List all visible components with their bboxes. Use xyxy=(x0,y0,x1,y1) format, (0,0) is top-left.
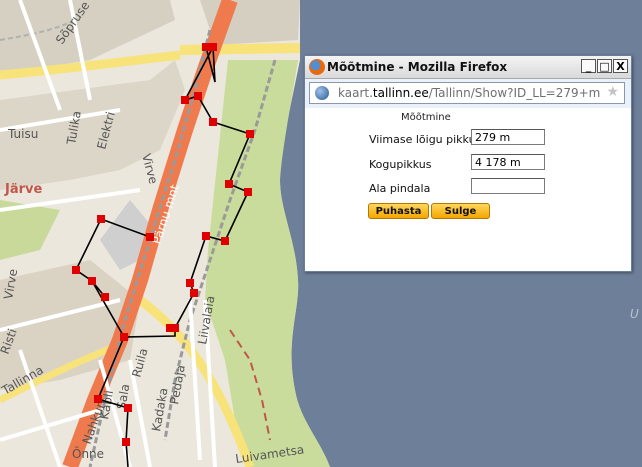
measure-point[interactable] xyxy=(209,118,217,126)
measure-point[interactable] xyxy=(181,96,189,104)
maximize-button[interactable]: □ xyxy=(597,59,612,73)
measure-point[interactable] xyxy=(124,404,132,412)
measure-point[interactable] xyxy=(225,180,233,188)
measure-point[interactable] xyxy=(202,43,210,51)
measure-point[interactable] xyxy=(94,395,102,403)
measure-point[interactable] xyxy=(88,277,96,285)
total-length-label: Kogupikkus xyxy=(369,158,432,171)
url-bar[interactable]: kaart.tallinn.ee/Tallinn/Show?ID_LL=279+… xyxy=(309,82,625,104)
url-suffix: /Tallinn/Show?ID_LL=279+m&ID_PL= xyxy=(428,86,600,100)
water-label-fragment: U xyxy=(630,307,639,321)
measure-point[interactable] xyxy=(209,43,217,51)
section-title: Mõõtmine xyxy=(401,112,451,123)
last-segment-field[interactable] xyxy=(471,129,545,145)
minimize-button[interactable]: _ xyxy=(581,59,596,73)
measure-point[interactable] xyxy=(146,233,154,241)
firefox-icon xyxy=(309,59,325,75)
window-title: Mõõtmine - Mozilla Firefox xyxy=(327,60,508,74)
measure-point[interactable] xyxy=(101,293,109,301)
total-length-field[interactable] xyxy=(471,154,545,170)
last-segment-label: Viimase lõigu pikkus xyxy=(369,133,482,146)
area-field[interactable] xyxy=(471,178,545,194)
measure-point[interactable] xyxy=(244,188,252,196)
popup-content: Mõõtmine Viimase lõigu pikkus Kogupikkus… xyxy=(305,108,631,271)
measure-point[interactable] xyxy=(120,333,128,341)
measure-point[interactable] xyxy=(246,130,254,138)
area-label: Ala pindala xyxy=(369,182,431,195)
road-yellow-east xyxy=(179,43,301,55)
bookmark-star-icon[interactable]: ★ xyxy=(606,84,619,100)
street-label-tuisu: Tuisu xyxy=(7,127,38,141)
window-titlebar[interactable]: Mõõtmine - Mozilla Firefox _ □ X xyxy=(305,56,631,79)
measure-point[interactable] xyxy=(72,266,80,274)
url-domain: tallinn.ee xyxy=(372,86,429,100)
url-prefix: kaart. xyxy=(338,86,373,100)
close-button[interactable]: Sulge xyxy=(431,203,490,219)
clear-button[interactable]: Puhasta xyxy=(368,203,429,219)
measure-point[interactable] xyxy=(166,324,174,332)
district-label-jarve: Järve xyxy=(4,182,42,197)
street-label-onne: Õnne xyxy=(72,446,104,461)
measure-point[interactable] xyxy=(190,289,198,297)
measure-point[interactable] xyxy=(186,279,194,287)
close-window-button[interactable]: X xyxy=(613,59,628,73)
measure-point[interactable] xyxy=(202,232,210,240)
globe-icon xyxy=(315,86,329,100)
measure-point[interactable] xyxy=(194,92,202,100)
url-text[interactable]: kaart.tallinn.ee/Tallinn/Show?ID_LL=279+… xyxy=(338,86,600,100)
measure-point[interactable] xyxy=(97,215,105,223)
measure-point[interactable] xyxy=(122,438,130,446)
measure-point[interactable] xyxy=(221,237,229,245)
measurement-popup-window[interactable]: Mõõtmine - Mozilla Firefox _ □ X kaart.t… xyxy=(304,55,632,272)
